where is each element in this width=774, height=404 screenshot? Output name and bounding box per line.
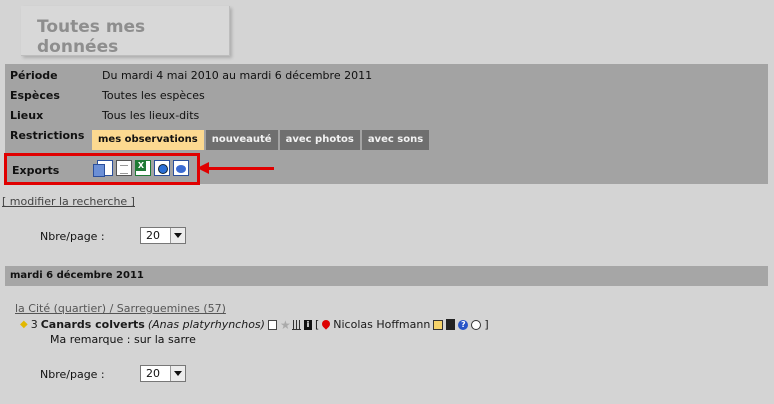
especes-value: Toutes les espèces [102,89,205,102]
pager-label-bottom: Nbre/page : [40,368,105,381]
document-export-icon[interactable] [116,160,132,176]
page-title: Toutes mes données [37,17,146,57]
trash-icon[interactable] [446,319,456,330]
tab-avec-photos[interactable]: avec photos [279,130,360,150]
detail-doc-icon[interactable] [267,319,277,330]
per-page-value-bottom: 20 [146,367,160,380]
observation-row: ◆ 3 Canards colverts (Anas platyrhynchos… [20,318,489,331]
observation-count: 3 [30,318,38,331]
bracket-close: ] [484,318,489,331]
observer-name: Nicolas Hoffmann [333,318,431,331]
red-arrow-icon [197,162,274,174]
lieux-label: Lieux [10,109,44,122]
place-link[interactable]: la Cité (quartier) / Sarreguemines (57) [15,302,226,315]
pager-label: Nbre/page : [40,230,105,243]
export-icons [93,160,189,177]
chevron-down-icon[interactable] [170,366,185,381]
map-pin-icon[interactable] [322,320,330,330]
periode-value: Du mardi 4 mai 2010 au mardi 6 décembre … [102,69,373,82]
restriction-tabs: mes observations nouveauté avec photos a… [92,130,430,150]
tab-avec-sons[interactable]: avec sons [361,130,430,150]
excel-export-icon[interactable] [135,160,151,176]
per-page-select[interactable]: 20 [140,227,186,244]
modify-search-link[interactable]: [ modifier la recherche ] [2,195,135,208]
species-name: Canards colverts [40,318,145,331]
species-latin: (Anas platyrhynchos) [147,318,265,331]
day-header: mardi 6 décembre 2011 [5,266,768,286]
title-panel: Toutes mes données [21,6,230,57]
star-icon[interactable]: ★ [280,319,291,331]
lieux-value: Tous les lieux-dits [102,109,200,122]
info-icon[interactable]: i [303,319,312,330]
bracket-open: [ [314,318,320,331]
especes-label: Espèces [10,89,60,102]
globe-export-icon[interactable] [173,160,189,176]
details-icon[interactable] [471,319,482,330]
question-icon[interactable]: ? [458,319,469,330]
modify-search-label: [ modifier la recherche ] [2,195,135,208]
periode-label: Période [10,69,58,82]
exports-highlight-box: Exports [4,153,200,185]
tab-nouveaute[interactable]: nouveauté [205,130,278,150]
tab-mes-observations[interactable]: mes observations [92,130,204,150]
image-export-icon[interactable] [154,160,170,176]
observation-remark: Ma remarque : sur la sarre [50,333,196,346]
per-page-select-bottom[interactable]: 20 [140,365,186,382]
edit-icon[interactable] [433,319,444,330]
exports-label: Exports [12,164,60,177]
chevron-down-icon[interactable] [170,228,185,243]
highlight-star-icon: ◆ [20,319,28,330]
per-page-value: 20 [146,229,160,242]
copy-export-icon[interactable] [93,160,113,177]
restrictions-label: Restrictions [10,129,85,142]
chart-icon[interactable] [291,319,301,330]
